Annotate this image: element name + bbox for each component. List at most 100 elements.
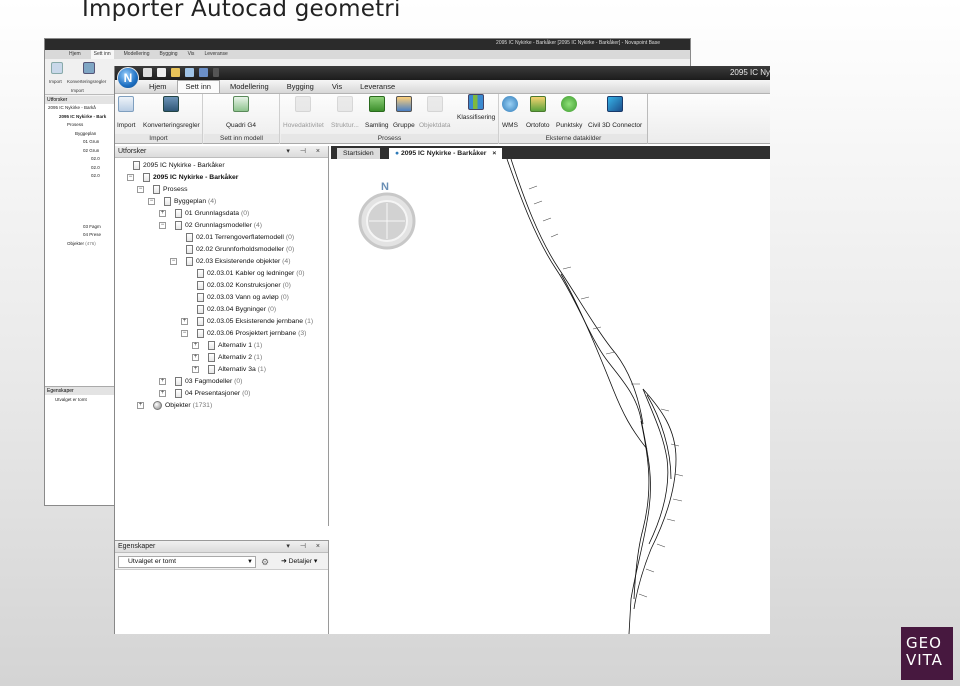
- import-icon: [118, 96, 135, 112]
- tree-row[interactable]: −2095 IC Nykirke - Barkåker: [115, 172, 328, 184]
- tree-row[interactable]: +01 Grunnlagsdata (0): [115, 208, 328, 220]
- bg-tree-row[interactable]: 04 Prese: [45, 231, 116, 240]
- close-icon[interactable]: ×: [492, 150, 496, 157]
- tab-bygging[interactable]: Bygging: [279, 80, 322, 93]
- expand-icon[interactable]: +: [159, 210, 166, 217]
- panel-controls[interactable]: ▾ ⊣ ×: [286, 541, 324, 553]
- wms-globe-icon: [502, 96, 518, 112]
- tree-row[interactable]: − Byggeplan (4): [115, 196, 328, 208]
- new-icon[interactable]: [157, 68, 166, 77]
- tree-row[interactable]: + Objekter (1731): [115, 400, 328, 412]
- bg-tree-row[interactable]: 02 Grun: [45, 147, 116, 156]
- bg-tree-row[interactable]: 02.0: [45, 172, 116, 181]
- tab-leveranse[interactable]: Leveranse: [352, 80, 403, 93]
- selection-dropdown[interactable]: Utvalget er tomt ▼: [118, 556, 256, 568]
- expand-icon[interactable]: +: [181, 318, 188, 325]
- collapse-icon[interactable]: −: [148, 198, 155, 205]
- bg-import-label[interactable]: Import: [49, 79, 62, 84]
- civil3d-connector-button[interactable]: Civil 3D Connector: [588, 96, 642, 129]
- cloud-icon[interactable]: [185, 68, 194, 77]
- tree-row[interactable]: + Alternativ 3a (1): [115, 364, 328, 376]
- tree-row[interactable]: 02.03.02 Konstruksjoner (0): [115, 280, 328, 292]
- properties-panel: Egenskaper ▾ ⊣ × Utvalget er tomt ▼ ⚙ ➜ D…: [115, 540, 329, 634]
- import-button[interactable]: Import: [117, 96, 135, 129]
- tree-row[interactable]: 02.03.04 Bygninger (0): [115, 304, 328, 316]
- bg-tree-row[interactable]: 02.0: [45, 155, 116, 164]
- bg-tree-row[interactable]: 01 Grun: [45, 138, 116, 147]
- expand-icon[interactable]: +: [159, 390, 166, 397]
- folder-icon: [208, 341, 215, 350]
- tab-modellering[interactable]: Modellering: [222, 80, 277, 93]
- expand-icon[interactable]: +: [192, 354, 199, 361]
- north-label: N: [381, 181, 389, 193]
- tree-row[interactable]: 02.02 Grunnforholdsmodeller (0): [115, 244, 328, 256]
- expand-icon[interactable]: +: [192, 342, 199, 349]
- tree-row[interactable]: 2095 IC Nykirke - Barkåker: [115, 160, 328, 172]
- bg-tab-modellering[interactable]: Modellering: [124, 50, 150, 59]
- dropdown-icon[interactable]: [213, 68, 219, 77]
- expand-icon[interactable]: +: [192, 366, 199, 373]
- tree-row[interactable]: −02 Grunnlagsmodeller (4): [115, 220, 328, 232]
- panel-controls[interactable]: ▾ ⊣ ×: [286, 146, 324, 158]
- bg-tree-row[interactable]: Prosess: [45, 121, 116, 130]
- bg-tree-row[interactable]: 2095 IC Nykirke - Barkå: [45, 104, 116, 113]
- point-cloud-button[interactable]: Punktsky: [556, 96, 582, 129]
- app-logo[interactable]: N: [117, 67, 139, 89]
- properties-toolbar: Utvalget er tomt ▼ ⚙ ➜ Detaljer ▾: [115, 553, 328, 570]
- bg-conversion-label[interactable]: Konverteringsregler: [67, 79, 106, 84]
- tab-vis[interactable]: Vis: [324, 80, 350, 93]
- quadri-g4-button[interactable]: Quadri G4: [226, 96, 256, 129]
- structure-button[interactable]: Struktur...: [331, 96, 359, 129]
- collapse-icon[interactable]: −: [170, 258, 177, 265]
- main-activity-button[interactable]: Hovedaktivitet: [283, 96, 324, 129]
- collapse-icon[interactable]: −: [159, 222, 166, 229]
- tree-row[interactable]: + Alternativ 2 (1): [115, 352, 328, 364]
- bg-tab-bygging[interactable]: Bygging: [160, 50, 178, 59]
- tree-row[interactable]: + Alternativ 1 (1): [115, 340, 328, 352]
- tree-row[interactable]: 02.03.03 Vann og avløp (0): [115, 292, 328, 304]
- bg-tab-vis[interactable]: Vis: [188, 50, 195, 59]
- save-icon[interactable]: [199, 68, 208, 77]
- collapse-icon[interactable]: −: [181, 330, 188, 337]
- tree-row[interactable]: −02.03.06 Prosjektert jernbane (3): [115, 328, 328, 340]
- orthophoto-button[interactable]: Ortofoto: [526, 96, 549, 129]
- details-button[interactable]: ➜ Detaljer ▾: [281, 557, 317, 565]
- bg-tab-sett-inn[interactable]: Sett inn: [90, 50, 114, 59]
- tab-startsiden[interactable]: Startsiden: [337, 148, 380, 159]
- tree-row[interactable]: −02.03 Eksisterende objekter (4): [115, 256, 328, 268]
- group-button[interactable]: Gruppe: [393, 96, 415, 129]
- tab-hjem[interactable]: Hjem: [141, 80, 175, 93]
- collapse-icon[interactable]: −: [127, 174, 134, 181]
- tree-row[interactable]: +02.03.05 Eksisterende jernbane (1): [115, 316, 328, 328]
- collapse-icon[interactable]: −: [137, 186, 144, 193]
- north-compass[interactable]: N: [358, 181, 416, 250]
- expand-icon[interactable]: +: [159, 378, 166, 385]
- bg-tree-row[interactable]: Byggeplan: [45, 130, 116, 139]
- tree-row[interactable]: +04 Presentasjoner (0): [115, 388, 328, 400]
- wms-button[interactable]: WMS: [502, 96, 518, 129]
- bg-tab-hjem[interactable]: Hjem: [69, 50, 81, 59]
- geovita-logo: GEO VITA: [901, 627, 953, 680]
- classification-button[interactable]: Klassifisering: [457, 94, 495, 121]
- conversion-rules-button[interactable]: Konverteringsregler: [143, 96, 200, 129]
- bg-tree-row[interactable]: Objekter: [67, 241, 84, 246]
- bg-tree-row[interactable]: 03 Fagm: [45, 223, 116, 232]
- tree-row[interactable]: − Prosess: [115, 184, 328, 196]
- gear-icon[interactable]: ⚙: [261, 557, 269, 568]
- map-canvas[interactable]: N: [331, 158, 770, 634]
- expand-icon[interactable]: +: [137, 402, 144, 409]
- bg-tree-row[interactable]: 2095 IC Nykirke - Bark: [45, 113, 116, 122]
- object-data-button[interactable]: Objektdata: [419, 96, 450, 129]
- open-folder-icon[interactable]: [171, 68, 180, 77]
- bg-tree-row[interactable]: 02.0: [45, 164, 116, 173]
- tree-row[interactable]: +03 Fagmodeller (0): [115, 376, 328, 388]
- home-icon[interactable]: [143, 68, 152, 77]
- tab-project[interactable]: ● 2095 IC Nykirke - Barkåker ×: [389, 148, 503, 159]
- object-data-icon: [426, 96, 443, 112]
- tree-row[interactable]: 02.01 Terrengoverflatemodell (0): [115, 232, 328, 244]
- tab-sett-inn[interactable]: Sett inn: [176, 80, 220, 93]
- bg-tab-leveranse[interactable]: Leveranse: [204, 50, 227, 59]
- conversion-rules-icon: [163, 96, 180, 112]
- collection-button[interactable]: Samling: [365, 96, 388, 129]
- tree-row[interactable]: 02.03.01 Kabler og ledninger (0): [115, 268, 328, 280]
